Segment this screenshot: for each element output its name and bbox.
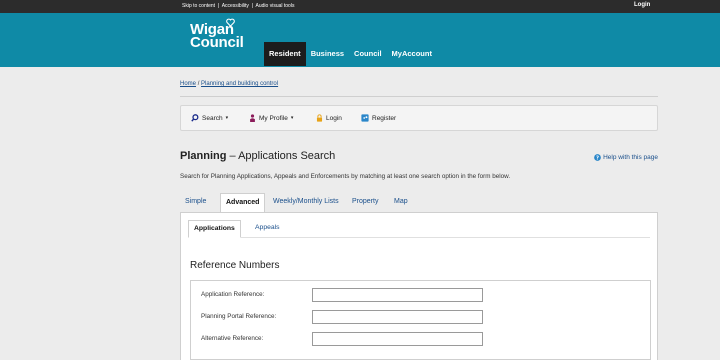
svg-text:?: ?	[596, 155, 599, 161]
search-type-tabs: Applications Appeals	[188, 220, 650, 238]
page-title: Planning – Applications Search	[180, 150, 335, 162]
alternative-reference-input[interactable]	[312, 332, 483, 346]
divider	[180, 96, 658, 97]
breadcrumb-home[interactable]: Home	[180, 81, 196, 87]
tab-advanced[interactable]: Advanced	[220, 193, 266, 213]
reference-numbers-fieldset: Application Reference: Planning Portal R…	[190, 280, 651, 360]
main-content: Home / Planning and building control Sea…	[180, 67, 658, 360]
accessibility-link[interactable]: Accessibility	[222, 3, 249, 9]
utility-bar: Skip to content | Accessibility | Audio …	[0, 0, 720, 13]
toolbar-search-label: Search	[202, 114, 223, 122]
search-tabs: Simple Advanced Weekly/Monthly Lists Pro…	[180, 193, 658, 213]
skip-links: Skip to content | Accessibility | Audio …	[182, 3, 294, 9]
subtab-applications[interactable]: Applications	[188, 220, 241, 238]
lock-icon	[316, 114, 323, 122]
nav-myaccount[interactable]: MyAccount	[387, 42, 437, 66]
breadcrumb-separator: /	[197, 81, 200, 87]
user-icon	[250, 114, 255, 122]
separator: |	[251, 3, 254, 9]
breadcrumb: Home / Planning and building control	[180, 81, 278, 87]
logo-line-2: Council	[190, 34, 244, 51]
page-title-rest: – Applications Search	[229, 150, 336, 162]
separator: |	[217, 3, 220, 9]
page-title-bold: Planning	[180, 150, 227, 162]
toolbar-login[interactable]: Login	[316, 114, 342, 122]
page-description: Search for Planning Applications, Appeal…	[180, 173, 511, 180]
caret-down-icon: ▾	[225, 115, 229, 121]
tab-simple[interactable]: Simple	[180, 193, 211, 212]
nav-council[interactable]: Council	[349, 42, 387, 66]
application-reference-input[interactable]	[312, 288, 483, 302]
heart-icon	[226, 18, 235, 27]
toolbar-register-label: Register	[372, 114, 397, 122]
caret-down-icon: ▾	[290, 115, 294, 121]
help-link-label: Help with this page	[603, 154, 658, 161]
toolbar-search[interactable]: Search ▾	[191, 114, 228, 122]
wigan-council-logo[interactable]: Wigan Council	[190, 18, 244, 51]
subtab-appeals[interactable]: Appeals	[250, 220, 285, 236]
planning-portal-reference-input[interactable]	[312, 310, 483, 324]
account-toolbar: Search ▾ My Profile ▾ Login Register	[180, 105, 658, 131]
search-icon	[191, 114, 199, 122]
toolbar-login-label: Login	[326, 114, 342, 122]
application-reference-label: Application Reference:	[201, 291, 265, 298]
main-nav: Resident Business Council MyAccount	[264, 42, 437, 66]
breadcrumb-planning[interactable]: Planning and building control	[201, 81, 278, 87]
reference-numbers-heading: Reference Numbers	[190, 260, 280, 271]
tab-property[interactable]: Property	[347, 193, 383, 212]
advanced-search-panel: Applications Appeals Reference Numbers A…	[180, 212, 658, 360]
tab-weekly-monthly-lists[interactable]: Weekly/Monthly Lists	[268, 193, 344, 212]
nav-resident[interactable]: Resident	[264, 42, 306, 66]
toolbar-my-profile-label: My Profile	[259, 114, 288, 122]
skip-to-content-link[interactable]: Skip to content	[182, 3, 215, 9]
site-header: Wigan Council Resident Business Council …	[0, 13, 720, 67]
nav-business[interactable]: Business	[306, 42, 349, 66]
audio-visual-tools-link[interactable]: Audio visual tools	[256, 3, 295, 9]
alternative-reference-label: Alternative Reference:	[201, 335, 264, 342]
toolbar-my-profile[interactable]: My Profile ▾	[249, 114, 293, 122]
tab-map[interactable]: Map	[389, 193, 413, 212]
register-icon	[361, 114, 369, 122]
top-login-link[interactable]: Login	[634, 2, 650, 8]
help-link[interactable]: ? Help with this page	[594, 154, 658, 161]
planning-portal-reference-label: Planning Portal Reference:	[201, 313, 277, 320]
toolbar-register[interactable]: Register	[361, 114, 396, 122]
help-icon: ?	[594, 154, 601, 161]
